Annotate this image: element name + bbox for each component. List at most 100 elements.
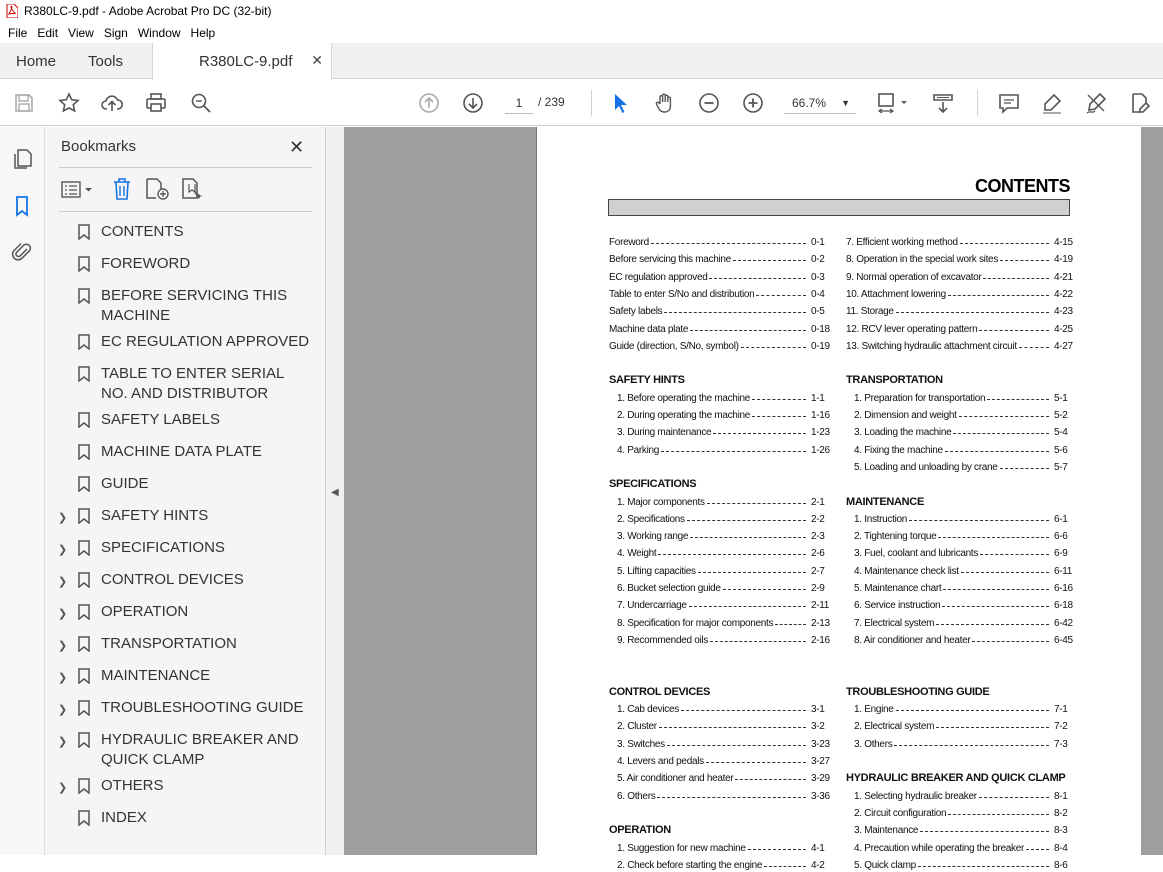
toc-entry[interactable]: 4. Precaution while operating the breake…	[854, 842, 1068, 855]
bookmark-item[interactable]: ❯ MAINTENANCE	[45, 666, 326, 686]
toc-entry[interactable]: 8. Operation in the special work sites 4-…	[846, 254, 1073, 267]
hand-tool-icon[interactable]	[653, 91, 677, 115]
find-bookmark-icon[interactable]	[181, 177, 207, 201]
menu-edit[interactable]: Edit	[37, 26, 58, 40]
bookmark-item[interactable]: SAFETY LABELS	[45, 410, 326, 430]
previous-page-icon[interactable]	[417, 91, 441, 115]
edit-pdf-icon[interactable]	[1128, 91, 1152, 115]
page-number-input[interactable]	[505, 92, 533, 114]
toc-entry[interactable]: 12. RCV lever operating pattern 4-25	[846, 323, 1073, 336]
toc-entry[interactable]: 1. Suggestion for new machine 4-1	[617, 842, 825, 855]
toc-entry[interactable]: 7. Undercarriage 2-11	[617, 600, 829, 613]
bookmark-item[interactable]: ❯ SPECIFICATIONS	[45, 538, 326, 558]
toc-entry[interactable]: 1. Instruction 6-1	[854, 513, 1068, 526]
toc-entry[interactable]: 2. Cluster 3-2	[617, 721, 825, 734]
toc-entry[interactable]: Table to enter S/No and distribution 0-4	[609, 288, 825, 301]
toc-entry[interactable]: 1. Cab devices 3-1	[617, 704, 825, 717]
toc-entry[interactable]: 6. Others 3-36	[617, 790, 830, 803]
toc-entry[interactable]: 4. Maintenance check list 6-11	[854, 565, 1072, 578]
toc-entry[interactable]: 3. Switches 3-23	[617, 738, 830, 751]
menu-window[interactable]: Window	[138, 26, 181, 40]
bookmark-item[interactable]: ❯ TRANSPORTATION	[45, 634, 326, 654]
close-panel-icon[interactable]: ✕	[289, 137, 304, 158]
bookmark-item[interactable]: CONTENTS	[45, 222, 326, 242]
expand-chevron-icon[interactable]: ❯	[58, 636, 67, 656]
expand-chevron-icon[interactable]: ❯	[58, 668, 67, 688]
bookmark-item[interactable]: GUIDE	[45, 474, 326, 494]
toc-entry[interactable]: 9. Normal operation of excavator 4-21	[846, 271, 1073, 284]
toc-entry[interactable]: 3. During maintenance 1-23	[617, 427, 830, 440]
expand-chevron-icon[interactable]: ❯	[58, 732, 67, 752]
bookmarks-panel-icon[interactable]	[10, 194, 34, 218]
delete-bookmark-icon[interactable]	[111, 177, 133, 201]
toc-entry[interactable]: 4. Levers and pedals 3-27	[617, 756, 830, 768]
toc-entry[interactable]: 8. Specification for major components 2-1…	[617, 617, 830, 630]
bookmark-item[interactable]: BEFORE SERVICING THIS MACHINE	[45, 286, 326, 326]
bookmark-item[interactable]: ❯ HYDRAULIC BREAKER AND QUICK CLAMP	[45, 730, 326, 770]
menu-file[interactable]: File	[8, 26, 27, 40]
close-tab-icon[interactable]: ✕	[311, 52, 323, 69]
bookmark-item[interactable]: ❯ TROUBLESHOOTING GUIDE	[45, 698, 326, 718]
toc-entry[interactable]: 10. Attachment lowering 4-22	[846, 288, 1073, 301]
toc-entry[interactable]: 1. Selecting hydraulic breaker 8-1	[854, 790, 1068, 803]
toc-entry[interactable]: 13. Switching hydraulic attachment circu…	[846, 340, 1073, 353]
collapse-panel-icon[interactable]: ◀	[331, 487, 339, 498]
bookmark-item[interactable]: INDEX	[45, 808, 326, 828]
cloud-upload-icon[interactable]	[100, 91, 124, 115]
toc-entry[interactable]: 3. Working range 2-3	[617, 531, 825, 544]
print-icon[interactable]	[144, 91, 168, 115]
toc-entry[interactable]: 3. Others 7-3	[854, 738, 1068, 751]
toc-entry[interactable]: 8. Air conditioner and heater 6-45	[854, 634, 1073, 647]
select-cursor-icon[interactable]	[609, 91, 633, 115]
toc-entry[interactable]: 5. Maintenance chart 6-16	[854, 583, 1073, 595]
sign-pen-icon[interactable]	[1084, 91, 1108, 115]
bookmark-item[interactable]: FOREWORD	[45, 254, 326, 274]
attachments-paperclip-icon[interactable]	[10, 240, 34, 264]
toc-entry[interactable]: 2. Specifications 2-2	[617, 513, 825, 526]
save-icon[interactable]	[12, 91, 36, 115]
toc-entry[interactable]: 2. Dimension and weight 5-2	[854, 410, 1068, 422]
toc-entry[interactable]: Foreword 0-1	[609, 237, 825, 249]
toc-entry[interactable]: EC regulation approved 0-3	[609, 271, 825, 284]
zoom-level-select[interactable]: 66.7% ▼	[784, 92, 856, 114]
toc-entry[interactable]: 2. Check before starting the engine 4-2	[617, 859, 825, 872]
toc-entry[interactable]: 4. Fixing the machine 5-6	[854, 444, 1068, 457]
expand-chevron-icon[interactable]: ❯	[58, 540, 67, 560]
toc-entry[interactable]: 7. Electrical system 6-42	[854, 617, 1073, 630]
toc-entry[interactable]: Machine data plate 0-18	[609, 323, 830, 336]
search-zoom-icon[interactable]	[189, 91, 213, 115]
bookmark-item[interactable]: ❯ SAFETY HINTS	[45, 506, 326, 526]
toc-entry[interactable]: 3. Fuel, coolant and lubricants 6-9	[854, 548, 1068, 561]
toc-entry[interactable]: 6. Bucket selection guide 2-9	[617, 583, 825, 595]
toc-entry[interactable]: 3. Maintenance 8-3	[854, 825, 1068, 838]
document-viewport[interactable]: CONTENTS Foreword 0-1 Before servicing thi…	[344, 127, 1163, 872]
panel-splitter[interactable]: ◀	[326, 127, 344, 855]
toc-entry[interactable]: 5. Loading and unloading by crane 5-7	[854, 461, 1068, 474]
toc-entry[interactable]: 9. Recommended oils 2-16	[617, 634, 830, 647]
toc-entry[interactable]: 5. Quick clamp 8-6	[854, 859, 1068, 872]
toc-entry[interactable]: 5. Lifting capacities 2-7	[617, 565, 825, 578]
scroll-mode-icon[interactable]	[931, 91, 955, 115]
bookmark-star-icon[interactable]	[57, 91, 81, 115]
toc-entry[interactable]: Safety labels 0-5	[609, 306, 825, 319]
bookmark-item[interactable]: ❯ OTHERS	[45, 776, 326, 796]
page-fit-icon[interactable]	[876, 91, 910, 115]
zoom-out-icon[interactable]	[697, 91, 721, 115]
bookmark-item[interactable]: MACHINE DATA PLATE	[45, 442, 326, 462]
toc-entry[interactable]: Guide (direction, S/No, symbol) 0-19	[609, 340, 830, 353]
new-bookmark-icon[interactable]	[145, 177, 171, 201]
toc-entry[interactable]: 7. Efficient working method 4-15	[846, 237, 1073, 249]
next-page-icon[interactable]	[461, 91, 485, 115]
tab-tools[interactable]: Tools	[88, 43, 123, 79]
comment-icon[interactable]	[997, 91, 1021, 115]
bookmark-item[interactable]: TABLE TO ENTER SERIAL NO. AND DISTRIBUTO…	[45, 364, 326, 404]
expand-chevron-icon[interactable]: ❯	[58, 508, 67, 528]
toc-entry[interactable]: 1. Major components 2-1	[617, 496, 825, 509]
expand-chevron-icon[interactable]: ❯	[58, 778, 67, 798]
zoom-in-icon[interactable]	[741, 91, 765, 115]
tab-document[interactable]: R380LC-9.pdf ✕	[152, 43, 332, 80]
toc-entry[interactable]: 11. Storage 4-23	[846, 306, 1073, 319]
bookmark-item[interactable]: ❯ OPERATION	[45, 602, 326, 622]
toc-entry[interactable]: 6. Service instruction 6-18	[854, 600, 1073, 613]
expand-chevron-icon[interactable]: ❯	[58, 700, 67, 720]
